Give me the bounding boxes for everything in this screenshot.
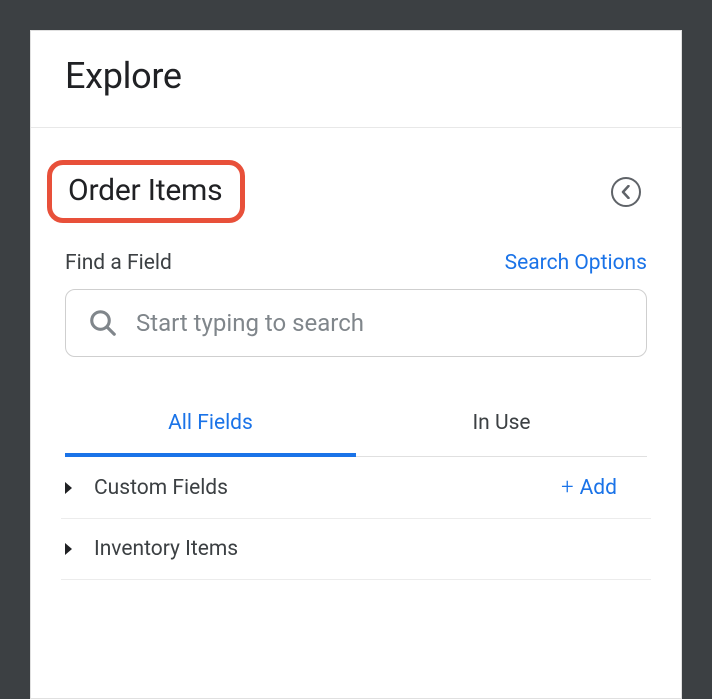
tab-in-use[interactable]: In Use: [356, 395, 647, 457]
chevron-left-icon: [620, 185, 632, 199]
section-title-highlight: Order Items: [47, 160, 245, 223]
plus-icon: +: [561, 475, 573, 500]
add-label: Add: [580, 476, 617, 500]
field-group-list: Custom Fields + Add Inventory Items: [31, 457, 681, 580]
caret-right-icon: [65, 543, 72, 555]
field-group-custom-fields[interactable]: Custom Fields + Add: [61, 457, 651, 519]
field-group-inventory-items[interactable]: Inventory Items: [61, 519, 651, 580]
explore-section: Order Items Find a Field Search Options …: [31, 128, 681, 580]
panel-header: Explore: [31, 31, 681, 128]
section-title: Order Items: [68, 173, 222, 208]
explore-panel: Explore Order Items Find a Field Search …: [30, 30, 682, 699]
tabs: All Fields In Use: [65, 395, 647, 457]
search-input[interactable]: [136, 309, 624, 337]
add-custom-field-button[interactable]: + Add: [561, 475, 617, 500]
search-box[interactable]: [65, 289, 647, 357]
tab-all-fields[interactable]: All Fields: [65, 395, 356, 457]
search-label: Find a Field: [65, 251, 172, 275]
search-options-link[interactable]: Search Options: [505, 251, 647, 275]
field-group-label: Inventory Items: [94, 537, 617, 561]
page-title: Explore: [65, 55, 647, 97]
field-group-label: Custom Fields: [94, 476, 539, 500]
section-header-row: Order Items: [65, 160, 647, 223]
caret-right-icon: [65, 482, 72, 494]
collapse-button[interactable]: [611, 177, 641, 207]
search-label-row: Find a Field Search Options: [65, 251, 647, 275]
search-icon: [88, 308, 118, 338]
